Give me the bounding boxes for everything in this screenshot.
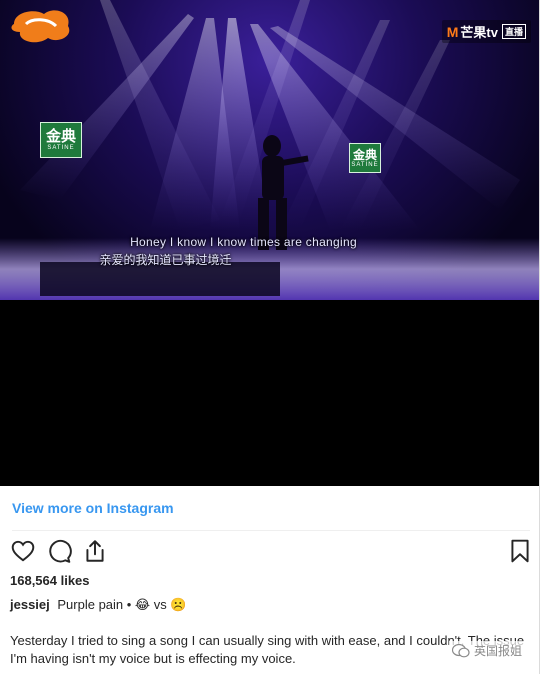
- wechat-icon: [451, 643, 470, 657]
- mango-tv-icon: M: [446, 23, 459, 40]
- video-frame[interactable]: M 芒果tv 直播 金典 SATINE 金典 SATINE Honey I kn…: [0, 0, 539, 300]
- instagram-embed-card: M 芒果tv 直播 金典 SATINE 金典 SATINE Honey I kn…: [0, 0, 540, 674]
- sponsor-left-zh: 金典: [45, 128, 76, 145]
- sponsor-logo-left: 金典 SATINE: [40, 122, 82, 158]
- divider: [12, 530, 530, 531]
- share-icon[interactable]: [82, 538, 108, 564]
- subtitle-chinese: 亲爱的我知道已事过境迁: [99, 253, 232, 267]
- heart-icon[interactable]: [10, 538, 36, 564]
- view-more-on-instagram-link[interactable]: View more on Instagram: [12, 500, 174, 516]
- subtitle-english: Honey I know I know times are changing: [130, 235, 357, 249]
- watermark-label: 英国报姐: [473, 644, 522, 658]
- sponsor-right-en: SATINE: [351, 161, 379, 168]
- station-logo: [4, 2, 78, 50]
- post-caption: jessiej Purple pain • 😂 vs ☹️: [10, 597, 187, 613]
- sponsor-left-en: SATINE: [47, 145, 75, 151]
- bookmark-icon[interactable]: [507, 538, 533, 564]
- channel-brand: 芒果tv: [460, 25, 498, 40]
- video-player[interactable]: M 芒果tv 直播 金典 SATINE 金典 SATINE Honey I kn…: [0, 0, 539, 486]
- caption-text: Purple pain • 😂 vs ☹️: [57, 597, 187, 612]
- comment-icon[interactable]: [46, 538, 72, 564]
- sponsor-right-zh: 金典: [352, 147, 377, 162]
- live-tag: 直播: [501, 24, 526, 39]
- sponsor-logo-right: 金典 SATINE: [349, 143, 381, 173]
- channel-badge: M 芒果tv 直播: [441, 20, 531, 43]
- wechat-watermark: 英国报姐: [448, 641, 525, 660]
- like-count[interactable]: 168,564 likes: [10, 573, 90, 588]
- username[interactable]: jessiej: [10, 597, 50, 612]
- post-actions: [10, 538, 530, 566]
